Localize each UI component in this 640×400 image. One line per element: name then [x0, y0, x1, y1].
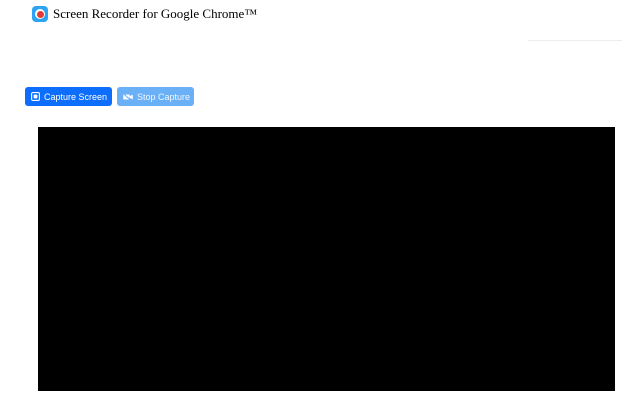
video-off-icon	[123, 92, 133, 102]
video-preview	[38, 127, 615, 391]
capture-screen-label: Capture Screen	[44, 91, 108, 102]
divider	[528, 40, 622, 41]
record-icon	[32, 6, 48, 22]
stop-capture-label: Stop Capture	[137, 91, 191, 102]
header: Screen Recorder for Google Chrome™	[32, 5, 257, 23]
stop-capture-button[interactable]: Stop Capture	[117, 87, 194, 106]
page-title: Screen Recorder for Google Chrome™	[53, 6, 258, 21]
capture-screen-button[interactable]: Capture Screen	[25, 87, 112, 106]
toolbar: Capture Screen Stop Capture	[25, 87, 194, 106]
screen-capture-icon	[31, 92, 40, 102]
